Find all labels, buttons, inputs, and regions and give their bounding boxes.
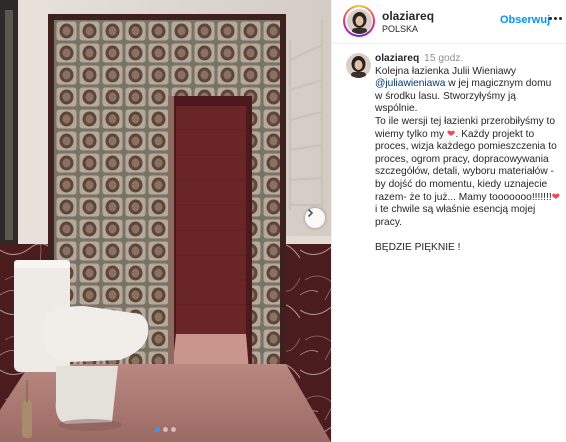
avatar-image xyxy=(346,53,371,78)
header-location[interactable]: POLSKA xyxy=(382,24,418,34)
follow-button[interactable]: Obserwuj xyxy=(500,14,550,26)
caption-avatar[interactable] xyxy=(346,53,371,78)
caption-text-part: Kolejna łazienka Julii Wieniawy xyxy=(375,65,516,77)
carousel-dot xyxy=(171,427,176,432)
carousel-dot-active xyxy=(155,427,160,432)
carousel-indicator xyxy=(0,427,331,432)
post-photo[interactable] xyxy=(0,0,331,442)
avatar-image xyxy=(346,8,372,34)
bathroom-photo xyxy=(0,0,331,442)
post-header: olaziareq POLSKA Obserwuj xyxy=(332,0,566,44)
chevron-right-icon xyxy=(307,208,314,218)
header-username[interactable]: olaziareq xyxy=(382,9,434,23)
caption-text: olaziareq 15 godz. Kolejna łazienka Julii… xyxy=(375,53,561,255)
heart-emoji-icon: ❤ xyxy=(551,191,561,203)
carousel-dot xyxy=(163,427,168,432)
post-sidebar: olaziareq POLSKA Obserwuj olaziareq 15 go… xyxy=(331,0,566,442)
caption-timestamp[interactable]: 15 godz. xyxy=(424,53,463,64)
caption-mention-link[interactable]: @juliawieniawa xyxy=(375,78,445,89)
more-options-icon[interactable] xyxy=(549,17,562,20)
carousel-next-button[interactable] xyxy=(305,208,325,228)
caption-text-part: i te chwile są właśnie esencją mojej pra… xyxy=(375,204,536,253)
profile-avatar[interactable] xyxy=(343,5,375,37)
caption-username[interactable]: olaziareq xyxy=(375,53,419,64)
